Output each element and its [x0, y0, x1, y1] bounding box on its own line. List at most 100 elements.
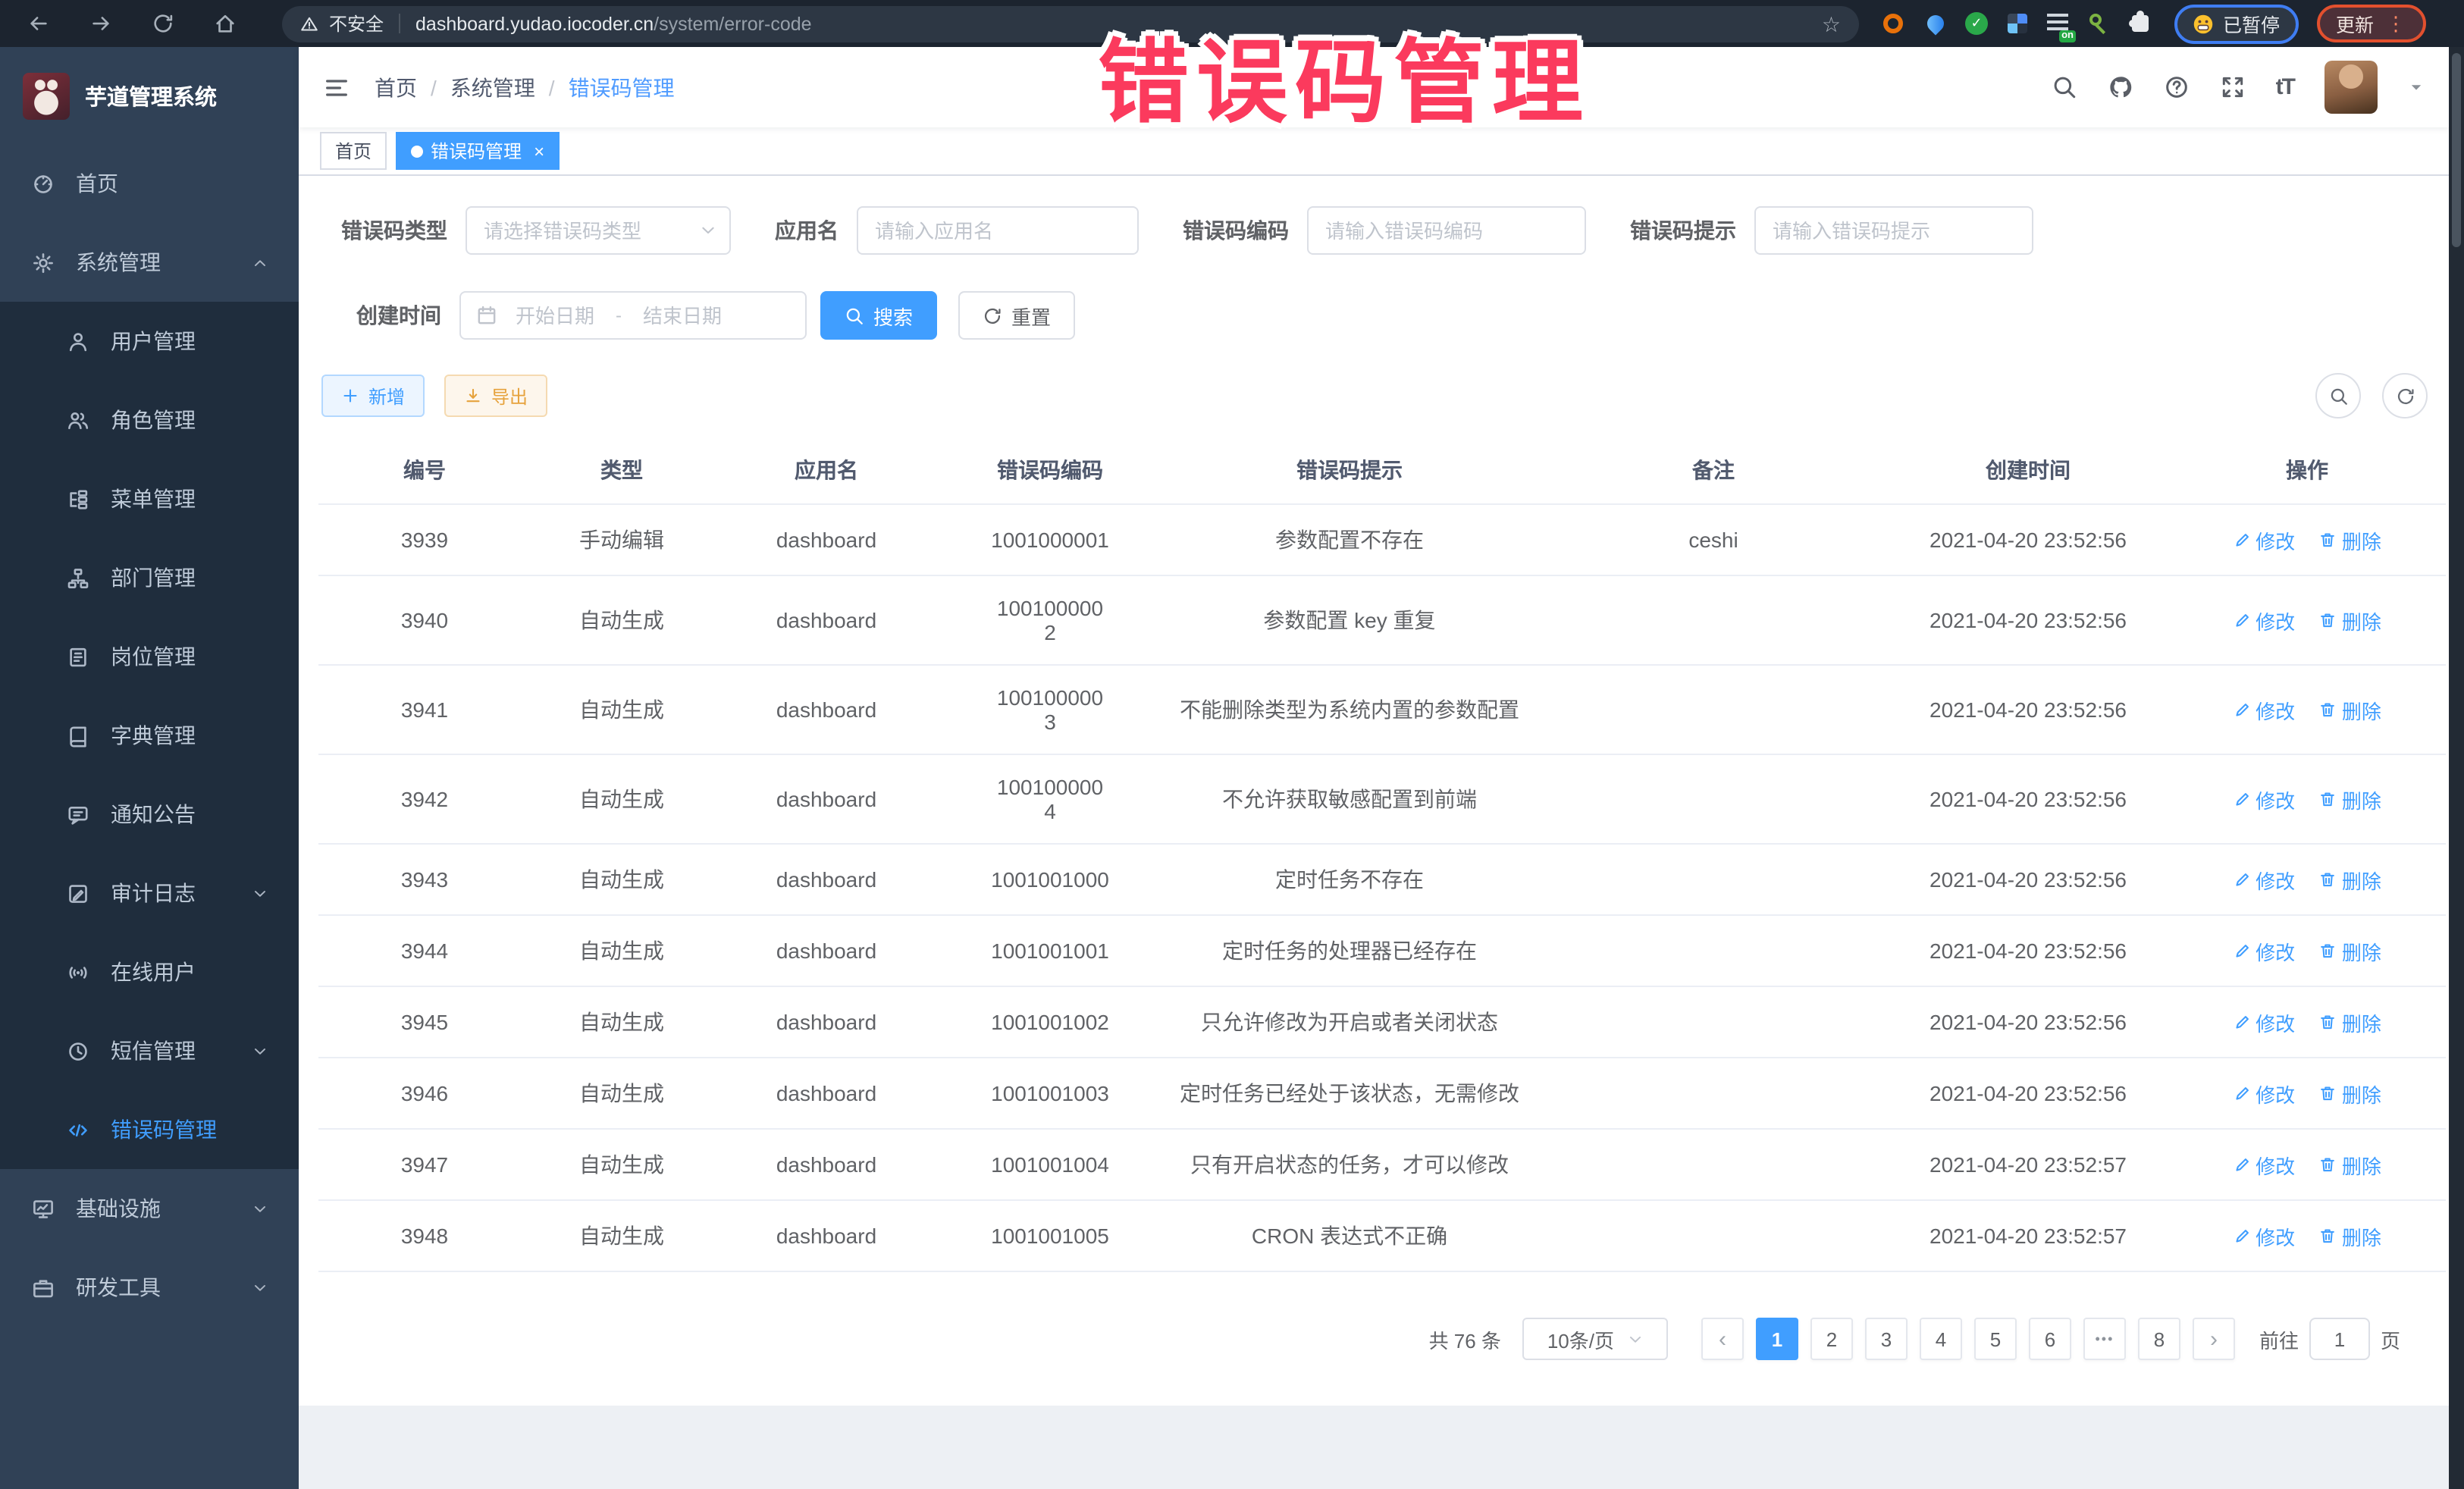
extension-orange-icon[interactable]	[1883, 11, 1908, 36]
sidebar-item[interactable]: 字典管理	[0, 696, 299, 775]
delete-link[interactable]: 删除	[2319, 1221, 2381, 1250]
tab-close-icon[interactable]: ×	[534, 140, 544, 161]
scrollbar[interactable]	[2449, 47, 2464, 1489]
browser-reload-icon[interactable]	[152, 12, 174, 35]
extension-key-icon[interactable]	[2088, 11, 2112, 36]
help-icon[interactable]	[2164, 74, 2190, 100]
security-label: 不安全	[329, 11, 384, 36]
app-name-input[interactable]	[857, 206, 1139, 255]
page-button[interactable]: •••	[2083, 1318, 2126, 1360]
browser-menu-icon[interactable]: ⋮	[2386, 11, 2406, 36]
sidebar-item[interactable]: 在线用户	[0, 933, 299, 1011]
page-button[interactable]: 2	[1810, 1318, 1853, 1360]
edit-link[interactable]: 修改	[2233, 1150, 2295, 1179]
delete-link[interactable]: 删除	[2319, 1008, 2381, 1036]
extension-pin-icon[interactable]	[1924, 11, 1948, 36]
delete-link[interactable]: 删除	[2319, 1150, 2381, 1179]
edit-link[interactable]: 修改	[2233, 1221, 2295, 1250]
sidebar-item[interactable]: 部门管理	[0, 538, 299, 617]
edit-link[interactable]: 修改	[2233, 1008, 2295, 1036]
edit-link[interactable]: 修改	[2233, 606, 2295, 635]
sidebar-item[interactable]: 首页	[0, 144, 299, 223]
start-date-input[interactable]	[497, 293, 613, 338]
page-button[interactable]: 4	[1920, 1318, 1962, 1360]
sidebar-item[interactable]: 用户管理	[0, 302, 299, 381]
toggle-search-button[interactable]	[2315, 373, 2361, 418]
delete-link[interactable]: 删除	[2319, 606, 2381, 635]
sidebar-item[interactable]: 系统管理	[0, 223, 299, 302]
chrome-update-button[interactable]: 更新 ⋮	[2316, 5, 2425, 42]
date-range-picker[interactable]: -	[459, 291, 807, 340]
filter-label: 错误码提示	[1630, 215, 1736, 246]
cell-type: 手动编辑	[531, 504, 713, 575]
sidebar-item[interactable]: 通知公告	[0, 775, 299, 854]
tab-home[interactable]: 首页	[320, 132, 387, 170]
delete-link[interactable]: 删除	[2319, 865, 2381, 894]
sidebar-item[interactable]: 审计日志	[0, 854, 299, 933]
address-bar[interactable]: 不安全 dashboard.yudao.iocoder.cn /system/e…	[282, 5, 1859, 42]
edit-link[interactable]: 修改	[2233, 785, 2295, 813]
page-button[interactable]: 6	[2029, 1318, 2071, 1360]
font-size-icon[interactable]: tT	[2276, 74, 2294, 100]
sidebar-item[interactable]: 研发工具	[0, 1248, 299, 1327]
table-header-row: 编号 类型 应用名 错误码编码 错误码提示 备注 创建时间 操作	[318, 437, 2446, 504]
end-date-input[interactable]	[625, 293, 740, 338]
add-button[interactable]: 新增	[321, 375, 425, 417]
edit-link[interactable]: 修改	[2233, 1079, 2295, 1108]
page-button[interactable]: 3	[1865, 1318, 1908, 1360]
error-code-input[interactable]	[1307, 206, 1586, 255]
edit-link[interactable]: 修改	[2233, 936, 2295, 965]
next-page-button[interactable]: ›	[2193, 1318, 2235, 1360]
sidebar-item[interactable]: 岗位管理	[0, 617, 299, 696]
scrollbar-thumb[interactable]	[2452, 53, 2461, 247]
user-avatar[interactable]	[2324, 61, 2378, 114]
extension-paused-badge[interactable]: 已暂停	[2174, 4, 2298, 43]
delete-link[interactable]: 删除	[2319, 525, 2381, 554]
sidebar-item[interactable]: 基础设施	[0, 1169, 299, 1248]
browser-forward-icon[interactable]	[89, 12, 112, 35]
hamburger-icon[interactable]	[323, 74, 350, 101]
page-button[interactable]: 8	[2138, 1318, 2180, 1360]
goto-page-input[interactable]	[2309, 1318, 2370, 1360]
reset-button[interactable]: 重置	[958, 291, 1075, 340]
delete-link[interactable]: 删除	[2319, 1079, 2381, 1108]
delete-link[interactable]: 删除	[2319, 695, 2381, 724]
breadcrumb-home[interactable]: 首页	[375, 72, 417, 102]
breadcrumb-system[interactable]: 系统管理	[450, 72, 535, 102]
browser-back-icon[interactable]	[27, 12, 50, 35]
fullscreen-icon[interactable]	[2220, 74, 2246, 100]
page-button[interactable]: 5	[1974, 1318, 2017, 1360]
edit-link[interactable]: 修改	[2233, 525, 2295, 554]
edit-icon	[2233, 1155, 2251, 1174]
edit-link[interactable]: 修改	[2233, 865, 2295, 894]
sidebar-item-label: 研发工具	[76, 1272, 161, 1302]
export-button[interactable]: 导出	[444, 375, 547, 417]
avatar-caret-down-icon[interactable]	[2408, 79, 2425, 96]
sidebar-item[interactable]: 菜单管理	[0, 459, 299, 538]
error-type-select[interactable]	[466, 206, 731, 255]
page-button[interactable]: 1	[1756, 1318, 1798, 1360]
extension-green-check-icon[interactable]: ✓	[1965, 11, 1989, 36]
github-icon[interactable]	[2108, 74, 2133, 100]
extension-grid-icon[interactable]	[2006, 11, 2030, 36]
extensions-puzzle-icon[interactable]	[2129, 11, 2153, 36]
delete-link[interactable]: 删除	[2319, 785, 2381, 813]
delete-link[interactable]: 删除	[2319, 936, 2381, 965]
sidebar-item[interactable]: 角色管理	[0, 381, 299, 459]
app-logo-row[interactable]: 芋道管理系统	[0, 47, 299, 132]
tab-error-code[interactable]: 错误码管理 ×	[396, 132, 560, 170]
sidebar-item[interactable]: 短信管理	[0, 1011, 299, 1090]
search-icon[interactable]	[2052, 74, 2077, 100]
extension-list-icon[interactable]: on	[2047, 11, 2071, 36]
refresh-table-button[interactable]	[2382, 373, 2428, 418]
edit-link[interactable]: 修改	[2233, 695, 2295, 724]
sidebar-item[interactable]: 错误码管理	[0, 1090, 299, 1169]
cell-memo	[1539, 1200, 1888, 1271]
page-size-select[interactable]: 10条/页	[1522, 1318, 1668, 1360]
error-message-input[interactable]	[1754, 206, 2033, 255]
search-button[interactable]: 搜索	[820, 291, 937, 340]
bookmark-star-icon[interactable]: ☆	[1822, 13, 1841, 34]
prev-page-button[interactable]: ‹	[1701, 1318, 1744, 1360]
delete-icon	[2319, 1084, 2337, 1102]
browser-home-icon[interactable]	[214, 12, 237, 35]
